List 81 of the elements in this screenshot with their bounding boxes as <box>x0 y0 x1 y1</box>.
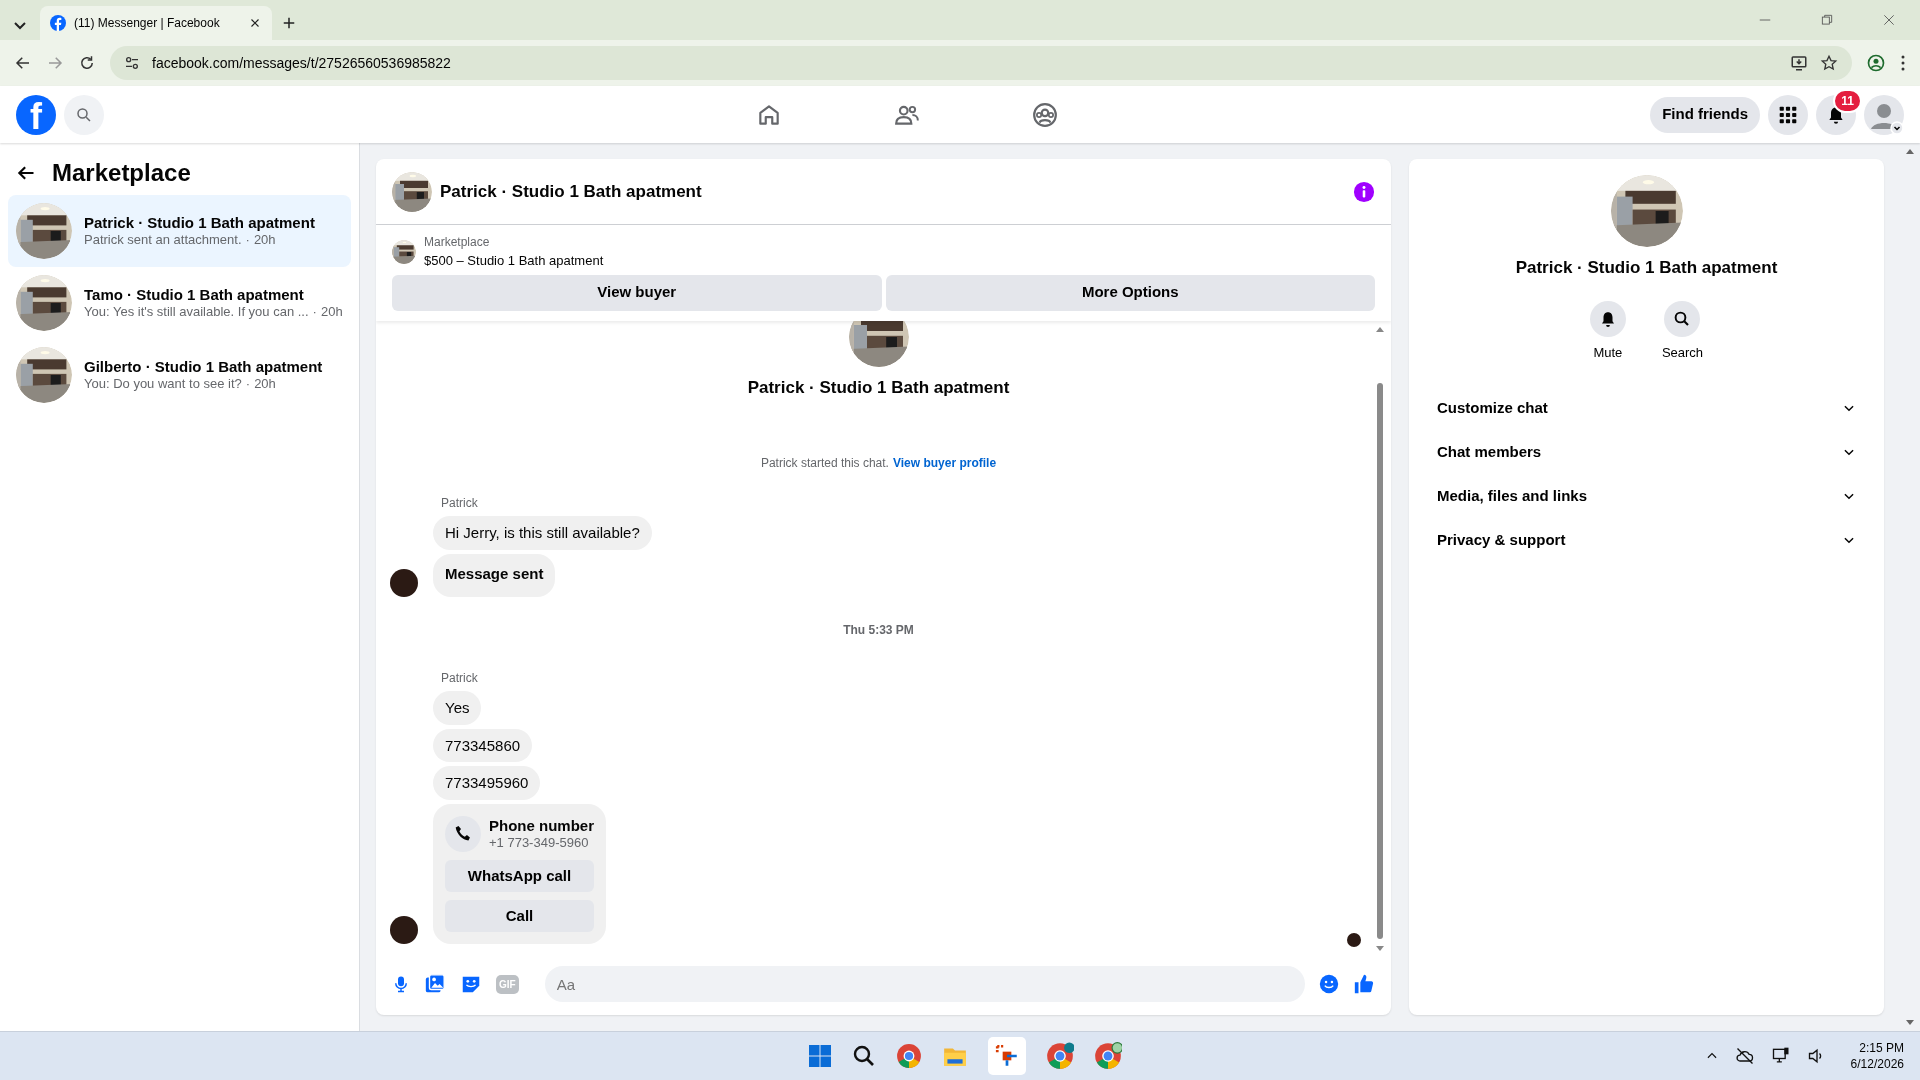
separator: · <box>245 232 250 250</box>
address-bar[interactable]: facebook.com/messages/t/27526560536985822 <box>110 46 1852 80</box>
avatar <box>390 569 418 597</box>
browser-icon[interactable] <box>1094 1042 1123 1070</box>
conversation-name: Patrick · Studio 1 Bath apatment <box>84 212 315 233</box>
notification-badge: 11 <box>1833 88 1862 113</box>
message-input[interactable]: Aa <box>544 966 1305 1002</box>
like-icon[interactable] <box>1353 973 1375 995</box>
section-toggle[interactable]: Privacy & support <box>1425 518 1868 562</box>
message-preview: You: Do you want to see it? <box>84 376 242 394</box>
reload-icon[interactable] <box>78 54 96 72</box>
more-icon[interactable] <box>1900 54 1906 72</box>
back-icon[interactable] <box>14 54 32 72</box>
contact-action-button[interactable]: WhatsApp call <box>445 859 594 892</box>
info-icon[interactable] <box>1353 180 1375 203</box>
facebook-logo[interactable]: f <box>16 94 56 135</box>
photo-icon[interactable] <box>424 973 446 995</box>
timestamp: Thu 5:33 PM <box>842 622 915 639</box>
account-button[interactable] <box>1864 94 1904 135</box>
cloud-off-icon[interactable] <box>1734 1046 1755 1066</box>
read-receipt-avatar <box>1347 933 1361 947</box>
action-button[interactable]: View buyer <box>392 274 882 311</box>
message-bubble: Hi Jerry, is this still available? <box>433 516 652 550</box>
message-time: 20h <box>320 304 343 322</box>
listing-label: Marketplace <box>424 234 491 251</box>
conversation-item[interactable]: Gilberto · Studio 1 Bath apatment You: Do you want to see it? · 20h <box>8 339 351 411</box>
action-button[interactable]: More Options <box>885 274 1375 311</box>
scroll-up-icon[interactable] <box>1905 147 1915 155</box>
view-buyer-profile-link[interactable]: View buyer profile <box>892 454 997 472</box>
conversation-name: Patrick · Studio 1 Bath apatment <box>1515 257 1778 279</box>
menu-button[interactable] <box>1768 94 1808 135</box>
avatar-icon <box>1864 94 1904 135</box>
section-toggle[interactable]: Chat members <box>1425 430 1868 474</box>
phone-number: +1 773-349-5960 <box>489 835 590 852</box>
section-toggle[interactable]: Media, files and links <box>1425 474 1868 518</box>
find-friends-button[interactable]: Find friends <box>1650 96 1760 133</box>
conversation-name: Gilberto · Studio 1 Bath apatment <box>84 356 323 377</box>
message-time: 20h <box>254 376 276 394</box>
network-icon[interactable] <box>1770 1046 1791 1066</box>
install-icon[interactable] <box>1790 54 1808 72</box>
message-bubble: 7733495960 <box>433 766 541 800</box>
browser-icon[interactable] <box>1046 1042 1075 1070</box>
star-icon[interactable] <box>1820 54 1838 72</box>
facebook-icon <box>50 15 66 31</box>
conversation-item[interactable]: Patrick · Studio 1 Bath apatment Patrick sent an attachment. · 20h <box>8 195 351 267</box>
sender-name: Patrick <box>440 670 479 687</box>
conversation-name: Patrick · Studio 1 Bath apatment <box>747 376 1010 399</box>
message-bubble: Message sent <box>433 553 556 597</box>
separator: · <box>245 376 251 394</box>
message-preview: You: Yes it's still available. If you can ... <box>84 304 309 322</box>
scroll-down-icon[interactable] <box>1905 1019 1915 1027</box>
scroll-down-icon[interactable] <box>1375 945 1385 953</box>
search-button[interactable] <box>64 94 104 135</box>
emoji-icon[interactable] <box>1319 974 1339 994</box>
conversation-name: Tamo · Studio 1 Bath apatment <box>84 284 305 305</box>
message-time: 20h <box>253 232 276 250</box>
clock-date[interactable]: 6/12/2026 <box>1850 1056 1904 1073</box>
grid-icon <box>1778 104 1798 125</box>
browser-icon[interactable] <box>896 1043 923 1069</box>
profile-icon[interactable] <box>1866 53 1886 73</box>
message-bubble: 773345860 <box>433 728 533 762</box>
avatar <box>390 915 418 944</box>
search-icon <box>75 105 93 124</box>
chat-started-text: Patrick started this chat. <box>760 455 889 472</box>
browser-tab[interactable]: (11) Messenger | Facebook <box>40 6 272 40</box>
clock-time[interactable]: 2:15 PM <box>1850 1039 1904 1056</box>
chat-title: Patrick · Studio 1 Bath apatment <box>440 180 703 203</box>
message-preview: Patrick sent an attachment. <box>84 232 242 250</box>
message-bubble: Yes <box>433 691 482 725</box>
windows-icon[interactable] <box>808 1044 833 1068</box>
sidebar-title: Marketplace <box>52 158 191 188</box>
sender-name: Patrick <box>440 495 479 512</box>
listing-title: $500 – Studio 1 Bath apatment <box>424 252 604 270</box>
contact-title: Phone number <box>489 815 594 835</box>
section-toggle[interactable]: Customize chat <box>1425 386 1868 430</box>
groups-icon[interactable] <box>1032 101 1059 128</box>
site-settings-icon[interactable] <box>124 55 140 71</box>
contact-action-button[interactable]: Call <box>445 899 594 932</box>
separator: · <box>312 304 317 322</box>
conversation-item[interactable]: Tamo · Studio 1 Bath apatment You: Yes it's still available. If you can ... · 20h <box>8 267 351 339</box>
restore-icon[interactable] <box>1820 13 1834 27</box>
